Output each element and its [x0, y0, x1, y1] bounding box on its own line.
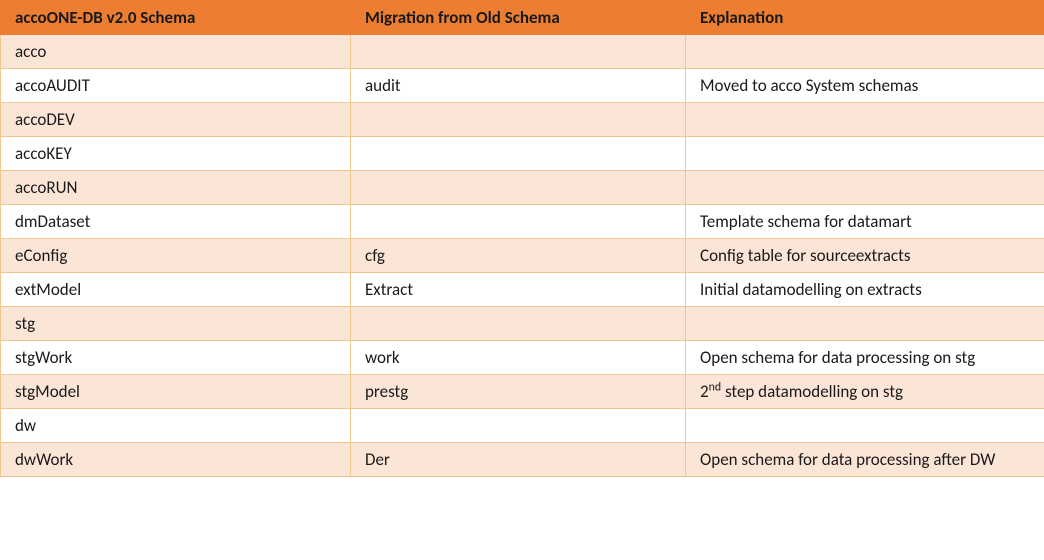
table-row: stgModelprestg2nd step datamodelling on …	[1, 375, 1044, 409]
cell-migration	[351, 205, 686, 239]
cell-explanation: Open schema for data processing on stg	[686, 341, 1044, 375]
cell-explanation: Initial datamodelling on extracts	[686, 273, 1044, 307]
cell-migration	[351, 103, 686, 137]
cell-schema: accoRUN	[1, 171, 351, 205]
cell-explanation	[686, 137, 1044, 171]
cell-schema: dmDataset	[1, 205, 351, 239]
cell-schema: stgWork	[1, 341, 351, 375]
cell-schema: accoKEY	[1, 137, 351, 171]
table-row: stgWorkworkOpen schema for data processi…	[1, 341, 1044, 375]
cell-explanation: Moved to acco System schemas	[686, 69, 1044, 103]
table-row: accoRUN	[1, 171, 1044, 205]
table-body: accoaccoAUDITauditMoved to acco System s…	[1, 35, 1044, 477]
table-row: accoKEY	[1, 137, 1044, 171]
cell-explanation: 2nd step datamodelling on stg	[686, 375, 1044, 409]
cell-schema: dwWork	[1, 443, 351, 477]
table-row: eConfigcfgConfig table for sourceextract…	[1, 239, 1044, 273]
cell-schema: extModel	[1, 273, 351, 307]
cell-migration	[351, 35, 686, 69]
cell-migration: cfg	[351, 239, 686, 273]
table-header-row: accoONE-DB v2.0 Schema Migration from Ol…	[1, 1, 1044, 35]
cell-explanation	[686, 409, 1044, 443]
cell-schema: stgModel	[1, 375, 351, 409]
table-row: dw	[1, 409, 1044, 443]
cell-explanation	[686, 307, 1044, 341]
header-migration: Migration from Old Schema	[351, 1, 686, 35]
cell-explanation: Config table for sourceextracts	[686, 239, 1044, 273]
cell-migration	[351, 171, 686, 205]
cell-migration	[351, 409, 686, 443]
cell-migration: Der	[351, 443, 686, 477]
cell-explanation	[686, 171, 1044, 205]
cell-schema: eConfig	[1, 239, 351, 273]
cell-schema: accoAUDIT	[1, 69, 351, 103]
cell-migration	[351, 307, 686, 341]
table-row: dwWorkDerOpen schema for data processing…	[1, 443, 1044, 477]
cell-explanation	[686, 103, 1044, 137]
schema-mapping-table: accoONE-DB v2.0 Schema Migration from Ol…	[0, 0, 1044, 477]
cell-migration: prestg	[351, 375, 686, 409]
cell-explanation	[686, 35, 1044, 69]
table-row: dmDataset Template schema for datamart	[1, 205, 1044, 239]
cell-migration: audit	[351, 69, 686, 103]
cell-migration: Extract	[351, 273, 686, 307]
cell-migration: work	[351, 341, 686, 375]
cell-schema: stg	[1, 307, 351, 341]
cell-migration	[351, 137, 686, 171]
table-row: accoDEV	[1, 103, 1044, 137]
table-row: stg	[1, 307, 1044, 341]
table-row: extModelExtractInitial datamodelling on …	[1, 273, 1044, 307]
cell-explanation: Template schema for datamart	[686, 205, 1044, 239]
table-row: accoAUDITauditMoved to acco System schem…	[1, 69, 1044, 103]
cell-schema: accoDEV	[1, 103, 351, 137]
cell-schema: acco	[1, 35, 351, 69]
header-schema: accoONE-DB v2.0 Schema	[1, 1, 351, 35]
header-explanation: Explanation	[686, 1, 1044, 35]
table-row: acco	[1, 35, 1044, 69]
cell-schema: dw	[1, 409, 351, 443]
cell-explanation: Open schema for data processing after DW	[686, 443, 1044, 477]
